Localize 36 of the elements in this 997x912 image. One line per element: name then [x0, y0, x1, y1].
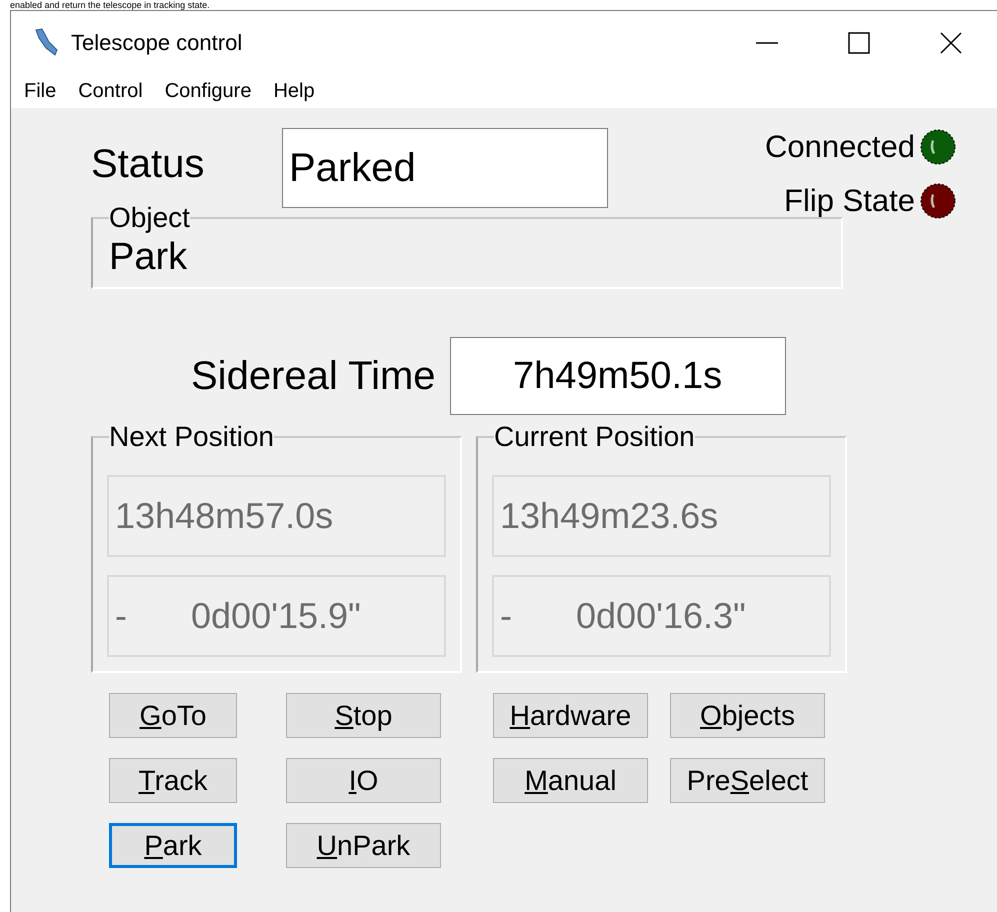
status-field: Parked [282, 128, 608, 208]
background-text: enabled and return the telescope in tracking state. [9, 0, 211, 10]
menu-item[interactable]: Configure [156, 80, 260, 103]
sidereal-time-field: 7h49m50.1s [450, 337, 786, 415]
menu-item[interactable]: File [15, 80, 66, 103]
dec-value: 0d00'15.9" [191, 595, 361, 637]
ra-field: 13h49m23.6s [492, 475, 831, 557]
position-title: Current Position [494, 423, 695, 451]
command-button[interactable]: Hardware [493, 693, 648, 738]
command-button[interactable]: UnPark [286, 823, 441, 868]
status-label: Status [91, 142, 206, 187]
command-button[interactable]: Objects [670, 693, 825, 738]
dec-value: 0d00'16.3" [576, 595, 746, 637]
indicator-label: Flip State [784, 183, 915, 219]
ra-field: 13h48m57.0s [107, 475, 446, 557]
indicator-label: Connected [765, 129, 915, 165]
menu-item[interactable]: Help [264, 80, 324, 103]
command-button[interactable]: Manual [493, 758, 648, 803]
sidereal-time-label: Sidereal Time [191, 354, 436, 398]
command-button[interactable]: IO [286, 758, 441, 803]
command-button[interactable]: GoTo [109, 693, 237, 738]
command-button[interactable]: Track [109, 758, 237, 803]
command-button[interactable]: PreSelect [670, 758, 825, 803]
command-button[interactable]: Park [109, 823, 237, 868]
dec-sign: - [500, 595, 513, 637]
command-button[interactable]: Stop [286, 693, 441, 738]
position-title: Next Position [109, 423, 274, 451]
window-title: Telescope control [71, 30, 244, 56]
object-title: Object [109, 204, 190, 232]
telescope-icon [33, 28, 59, 58]
maximize-icon [848, 32, 870, 54]
dec-sign: - [115, 595, 128, 637]
minimize-icon [755, 42, 779, 44]
object-value: Park [108, 235, 188, 280]
menu-item[interactable]: Control [69, 80, 152, 103]
close-icon [940, 32, 962, 54]
